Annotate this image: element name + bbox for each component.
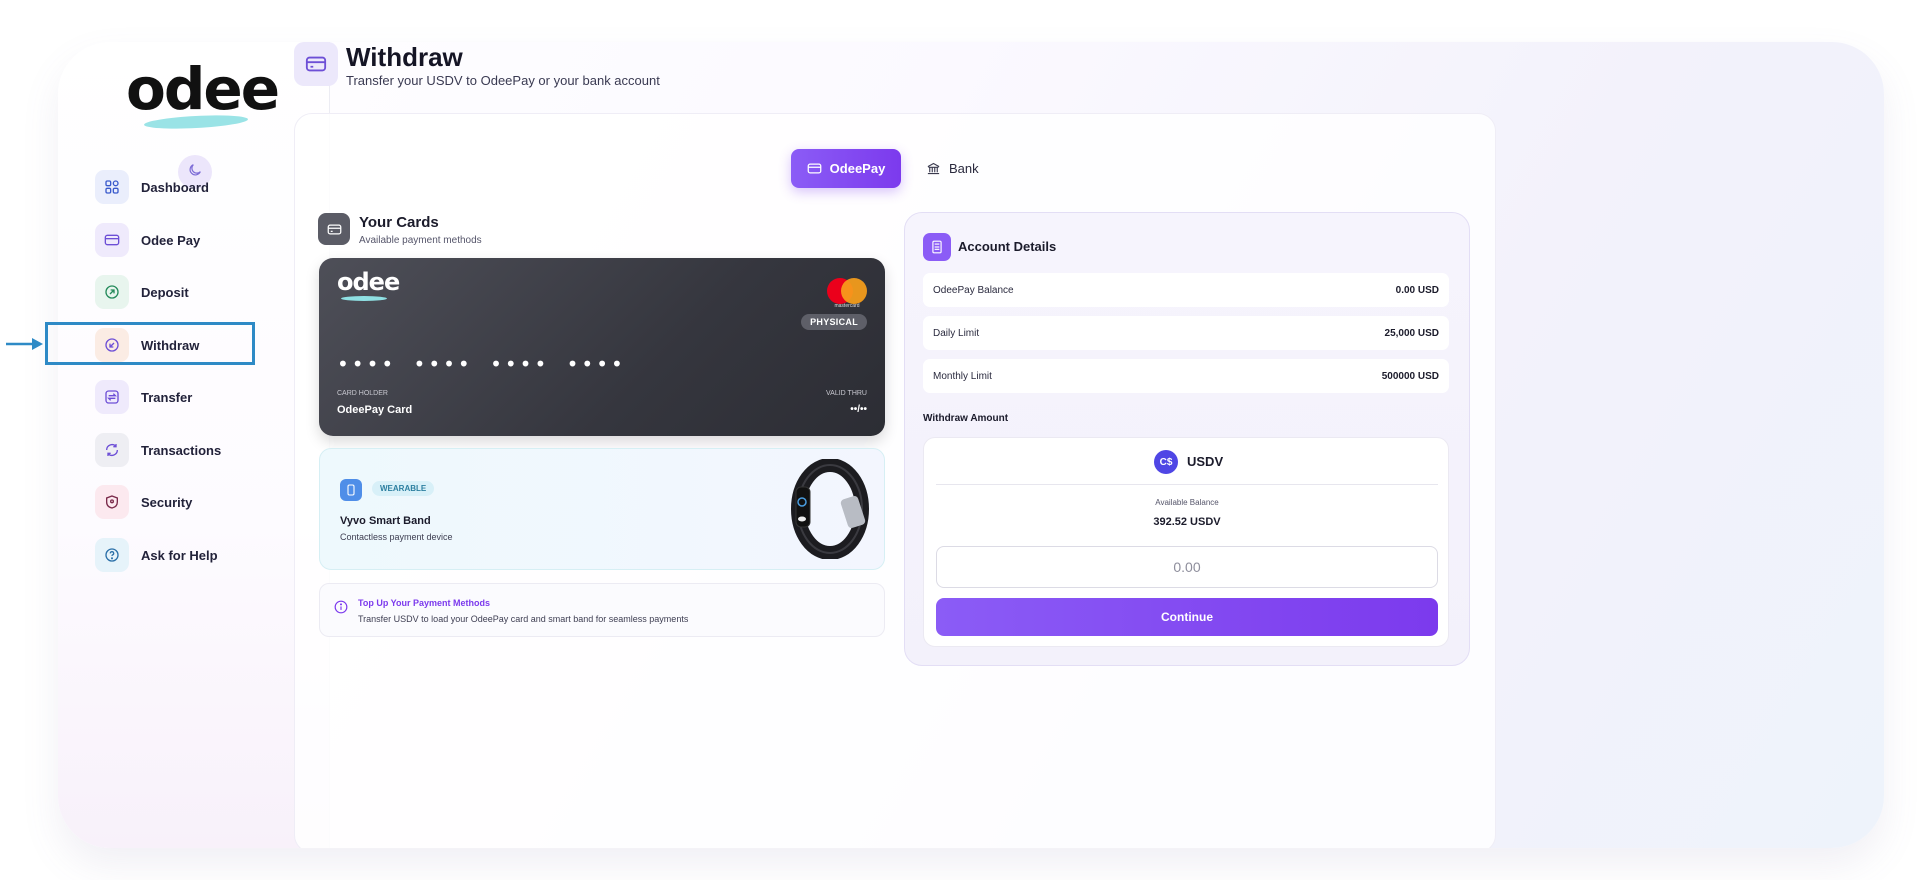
sidebar-item-dashboard[interactable]: Dashboard bbox=[95, 166, 305, 208]
transfer-icon bbox=[95, 380, 129, 414]
continue-button[interactable]: Continue bbox=[936, 598, 1438, 636]
sidebar-item-deposit[interactable]: Deposit bbox=[95, 271, 305, 313]
tab-bank[interactable]: Bank bbox=[926, 149, 996, 188]
card-logo: odee bbox=[337, 268, 400, 296]
account-details-panel: Account Details OdeePay Balance 0.00 USD… bbox=[904, 212, 1470, 666]
logo-text: odee bbox=[126, 55, 280, 123]
page-card-icon bbox=[294, 42, 338, 86]
wearable-subtitle: Contactless payment device bbox=[340, 532, 453, 542]
sidebar-item-ask-for-help[interactable]: Ask for Help bbox=[95, 534, 305, 576]
account-row-monthly-limit: Monthly Limit 500000 USD bbox=[923, 359, 1449, 393]
withdraw-amount-input[interactable] bbox=[936, 546, 1438, 588]
deposit-icon bbox=[95, 275, 129, 309]
page-title: Withdraw bbox=[346, 42, 463, 72]
wearable-title: Vyvo Smart Band bbox=[340, 515, 431, 527]
withdraw-amount-label: Withdraw Amount bbox=[923, 413, 1009, 424]
wallet-card-icon bbox=[318, 213, 350, 245]
account-row-odeepay-balance: OdeePay Balance 0.00 USD bbox=[923, 273, 1449, 307]
account-row-label: Daily Limit bbox=[933, 327, 980, 339]
info-title: Top Up Your Payment Methods bbox=[358, 598, 491, 608]
info-text: Transfer USDV to load your OdeePay card … bbox=[358, 614, 689, 624]
card-valid-thru: ••/•• bbox=[850, 404, 867, 415]
sidebar-item-label: Odee Pay bbox=[141, 232, 201, 248]
usdv-currency-icon: C$ bbox=[1154, 450, 1178, 474]
page-subtitle: Transfer your USDV to OdeePay or your ba… bbox=[346, 73, 660, 88]
mastercard-icon: mastercard bbox=[827, 276, 867, 309]
calculator-icon bbox=[923, 233, 951, 261]
divider bbox=[936, 484, 1438, 485]
card-logo-swoosh bbox=[341, 296, 387, 301]
section-subtitle-your-cards: Available payment methods bbox=[359, 235, 482, 246]
account-row-daily-limit: Daily Limit 25,000 USD bbox=[923, 316, 1449, 350]
account-details-title: Account Details bbox=[958, 239, 1057, 254]
account-row-label: Monthly Limit bbox=[933, 370, 992, 382]
sidebar-item-odee-pay[interactable]: Odee Pay bbox=[95, 219, 305, 261]
bank-icon bbox=[927, 162, 940, 175]
card-icon bbox=[807, 163, 822, 174]
account-row-value: 25,000 USD bbox=[1384, 327, 1439, 339]
account-row-value: 0.00 USD bbox=[1395, 284, 1439, 296]
sidebar-item-label: Transfer bbox=[141, 389, 193, 405]
sidebar-item-label: Ask for Help bbox=[141, 547, 218, 563]
wearable-badge: WEARABLE bbox=[372, 481, 435, 496]
sidebar-item-label: Dashboard bbox=[141, 179, 209, 195]
sidebar-item-label: Deposit bbox=[141, 284, 189, 300]
card-holder-label: CARD HOLDER bbox=[337, 390, 388, 397]
card-holder: OdeePay Card bbox=[337, 404, 413, 416]
sidebar-item-label: Security bbox=[141, 494, 193, 510]
sidebar-item-transfer[interactable]: Transfer bbox=[95, 376, 305, 418]
available-balance-value: 392.52 USDV bbox=[1153, 516, 1221, 528]
info-banner: Top Up Your Payment Methods Transfer USD… bbox=[319, 583, 885, 637]
shield-icon bbox=[95, 485, 129, 519]
card-number: •••• •••• •••• •••• bbox=[337, 352, 626, 376]
odeepay-card[interactable]: odee mastercard PHYSICAL •••• •••• •••• … bbox=[319, 258, 885, 436]
tab-label: Bank bbox=[949, 161, 979, 176]
odee-logo[interactable]: odee bbox=[126, 54, 280, 134]
currency-name: USDV bbox=[1187, 454, 1224, 469]
card-type-badge: PHYSICAL bbox=[801, 314, 867, 330]
account-row-label: OdeePay Balance bbox=[933, 284, 1014, 296]
refresh-icon bbox=[95, 433, 129, 467]
card-icon bbox=[95, 223, 129, 257]
account-row-value: 500000 USD bbox=[1381, 370, 1439, 382]
tab-odeepay[interactable]: OdeePay bbox=[791, 149, 901, 188]
withdraw-amount-box: C$ USDV Available Balance 392.52 USDV Co… bbox=[923, 437, 1449, 647]
sidebar-item-transactions[interactable]: Transactions bbox=[95, 429, 305, 471]
pointer-arrow-icon bbox=[6, 338, 43, 350]
highlight-box-withdraw bbox=[45, 322, 255, 365]
sidebar-item-label: Transactions bbox=[141, 442, 222, 458]
device-icon bbox=[340, 479, 362, 501]
sidebar: odee Dashboard Odee Pay Deposit Withdraw… bbox=[58, 42, 330, 848]
section-title-your-cards: Your Cards bbox=[359, 214, 439, 231]
sidebar-item-security[interactable]: Security bbox=[95, 481, 305, 523]
smart-band-image bbox=[791, 459, 869, 559]
dashboard-grid-icon bbox=[95, 170, 129, 204]
help-icon bbox=[95, 538, 129, 572]
card-valid-label: VALID THRU bbox=[826, 390, 867, 397]
info-icon bbox=[334, 600, 348, 614]
wearable-card[interactable]: WEARABLE Vyvo Smart Band Contactless pay… bbox=[319, 448, 885, 570]
tab-label: OdeePay bbox=[829, 161, 886, 176]
app-window: odee Dashboard Odee Pay Deposit Withdraw… bbox=[58, 42, 1884, 848]
available-balance-label: Available Balance bbox=[1155, 498, 1219, 507]
